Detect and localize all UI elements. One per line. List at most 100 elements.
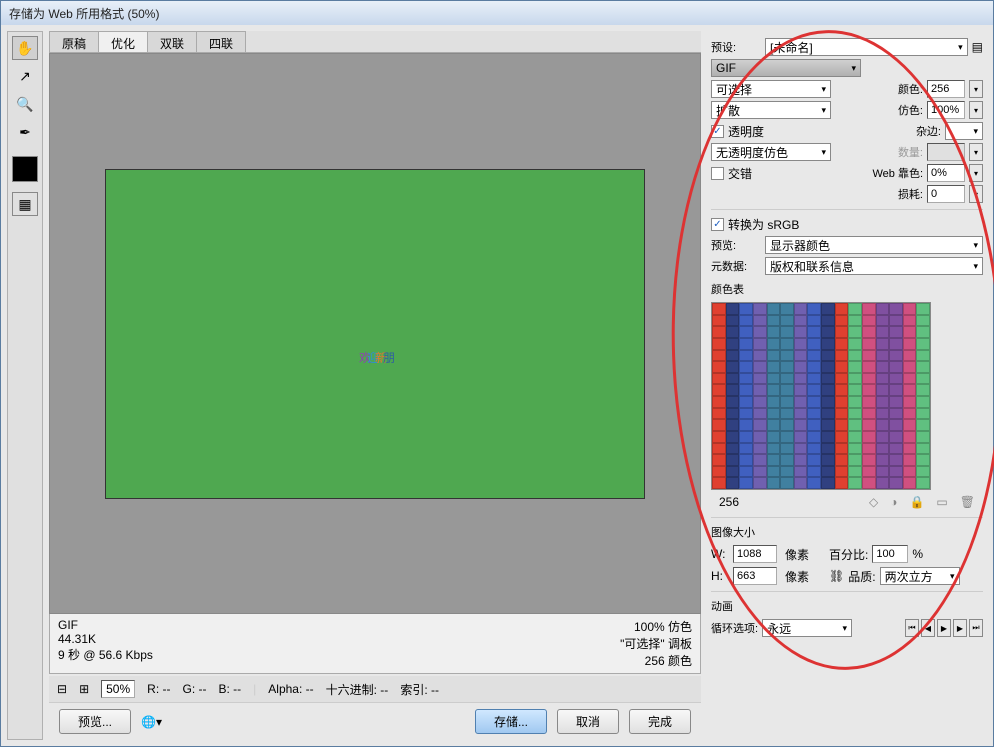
lossy-dropdown-icon[interactable]: ▾ <box>969 185 983 203</box>
quality-label: 品质: <box>848 568 875 585</box>
window-title: 存储为 Web 所用格式 (50%) <box>1 1 993 25</box>
amount-input <box>927 143 965 161</box>
eyedropper-tool[interactable]: ✒ <box>12 120 38 144</box>
tab-2up[interactable]: 双联 <box>147 31 197 52</box>
colortable-title: 颜色表 <box>711 281 983 299</box>
readout-b: B: -- <box>218 682 241 696</box>
transparency-label: 透明度 <box>728 123 764 140</box>
dither-dropdown-icon[interactable]: ▾ <box>969 101 983 119</box>
readout-index: 索引: -- <box>400 681 439 698</box>
colors-input[interactable] <box>927 80 965 98</box>
browser-icon[interactable]: 🌐▾ <box>141 715 162 729</box>
color-swatch[interactable] <box>12 156 38 182</box>
websnap-label: Web 靠色: <box>872 165 923 181</box>
loop-dropdown[interactable]: 永远 <box>762 619 852 637</box>
anim-play-icon[interactable]: ▶ <box>937 619 951 637</box>
preset-label: 预设: <box>711 39 761 55</box>
preview-area[interactable]: 欢迎新朋 <box>49 53 701 614</box>
hand-tool[interactable]: ✋ <box>12 36 38 60</box>
percent-label: 百分比: <box>829 546 868 563</box>
w-label: W: <box>711 547 729 561</box>
amount-label: 数量: <box>898 144 923 160</box>
tab-4up[interactable]: 四联 <box>196 31 246 52</box>
toggle-slices-icon[interactable]: ▦ <box>12 192 38 216</box>
reduction-dropdown[interactable]: 可选择 <box>711 80 831 98</box>
h-label: H: <box>711 569 729 583</box>
save-button[interactable]: 存储... <box>475 709 547 734</box>
ct-lock-icon[interactable]: 🔒 <box>909 495 924 509</box>
percent-symbol: % <box>912 547 923 561</box>
ct-icon-1[interactable]: ◇ <box>869 495 878 509</box>
canvas-text: 欢迎新朋 <box>359 284 391 383</box>
matte-dropdown[interactable] <box>945 122 983 140</box>
zoom-value[interactable]: 50% <box>101 680 135 698</box>
info-speed: 9 秒 @ 56.6 Kbps <box>58 646 153 663</box>
interlaced-checkbox[interactable] <box>711 167 724 180</box>
preset-dropdown[interactable]: [未命名] <box>765 38 968 56</box>
lossy-input[interactable] <box>927 185 965 203</box>
anim-first-icon[interactable]: ⏮ <box>905 619 919 637</box>
tab-original[interactable]: 原稿 <box>49 31 99 52</box>
metadata-dropdown[interactable]: 版权和联系信息 <box>765 257 983 275</box>
anim-title: 动画 <box>711 598 983 616</box>
srgb-label: 转换为 sRGB <box>728 216 799 233</box>
matte-label: 杂边: <box>916 123 941 139</box>
loop-label: 循环选项: <box>711 620 758 636</box>
cancel-button[interactable]: 取消 <box>557 709 619 734</box>
ct-icon-2[interactable]: ◑ <box>890 495 897 509</box>
dither-label: 仿色: <box>898 102 923 118</box>
colortable-count: 256 <box>719 495 739 509</box>
websnap-input[interactable] <box>927 164 965 182</box>
info-bar: GIF 44.31K 9 秒 @ 56.6 Kbps 100% 仿色 "可选择"… <box>49 614 701 674</box>
height-input[interactable] <box>733 567 777 585</box>
preview-mode-dropdown[interactable]: 显示器颜色 <box>765 236 983 254</box>
zoom-in-icon[interactable]: ⊞ <box>79 682 89 696</box>
link-icon[interactable]: ⛓ <box>829 569 844 583</box>
preview-mode-label: 预览: <box>711 237 761 253</box>
info-palette: "可选择" 调板 <box>620 635 692 652</box>
info-dither: 100% 仿色 <box>620 618 692 635</box>
px-label-1: 像素 <box>785 546 825 563</box>
ct-new-icon[interactable]: ▭ <box>936 495 947 509</box>
done-button[interactable]: 完成 <box>629 709 691 734</box>
readout-hex: 十六进制: -- <box>326 681 389 698</box>
colors-dropdown-icon[interactable]: ▾ <box>969 80 983 98</box>
websnap-dropdown-icon[interactable]: ▾ <box>969 164 983 182</box>
zoom-out-icon[interactable]: ⊟ <box>57 682 67 696</box>
transparency-checkbox[interactable]: ✓ <box>711 125 724 138</box>
amount-dropdown-icon[interactable]: ▾ <box>969 143 983 161</box>
color-table[interactable] <box>711 302 931 490</box>
panel-menu-icon[interactable]: ▤ <box>972 40 983 54</box>
anim-next-icon[interactable]: ▶ <box>953 619 967 637</box>
ct-trash-icon[interactable]: 🗑 <box>960 495 975 509</box>
main-area: 原稿 优化 双联 四联 欢迎新朋 GIF 44.31K 9 秒 @ 56.6 K… <box>49 31 701 740</box>
preview-button[interactable]: 预览... <box>59 709 131 734</box>
percent-input[interactable] <box>872 545 908 563</box>
readout-alpha: Alpha: -- <box>268 682 313 696</box>
px-label-2: 像素 <box>785 568 825 585</box>
toolbar: ✋ ↗ 🔍 ✒ ▦ <box>7 31 43 740</box>
settings-panel: 预设: [未命名] ▤ GIF 可选择 颜色: ▾ 扩散 仿色: ▾ ✓ 透 <box>707 31 987 740</box>
tab-optimized[interactable]: 优化 <box>98 31 148 52</box>
slice-tool[interactable]: ↗ <box>12 64 38 88</box>
anim-prev-icon[interactable]: ◀ <box>921 619 935 637</box>
format-dropdown[interactable]: GIF <box>711 59 861 77</box>
metadata-label: 元数据: <box>711 258 761 274</box>
trans-dither-dropdown[interactable]: 无透明度仿色 <box>711 143 831 161</box>
info-size: 44.31K <box>58 632 153 646</box>
srgb-checkbox[interactable]: ✓ <box>711 218 724 231</box>
imgsize-title: 图像大小 <box>711 524 983 542</box>
interlaced-label: 交错 <box>728 165 752 182</box>
quality-dropdown[interactable]: 两次立方 <box>880 567 960 585</box>
info-format: GIF <box>58 618 153 632</box>
view-tabs: 原稿 优化 双联 四联 <box>49 31 701 53</box>
info-colors: 256 颜色 <box>620 652 692 669</box>
dither-method-dropdown[interactable]: 扩散 <box>711 101 831 119</box>
width-input[interactable] <box>733 545 777 563</box>
zoom-tool[interactable]: 🔍 <box>12 92 38 116</box>
anim-last-icon[interactable]: ⏭ <box>969 619 983 637</box>
bottom-bar: 预览... 🌐▾ 存储... 取消 完成 <box>49 702 701 740</box>
status-row: ⊟ ⊞ 50% R: -- G: -- B: -- | Alpha: -- 十六… <box>49 676 701 702</box>
colors-label: 颜色: <box>898 81 923 97</box>
dither-input[interactable] <box>927 101 965 119</box>
